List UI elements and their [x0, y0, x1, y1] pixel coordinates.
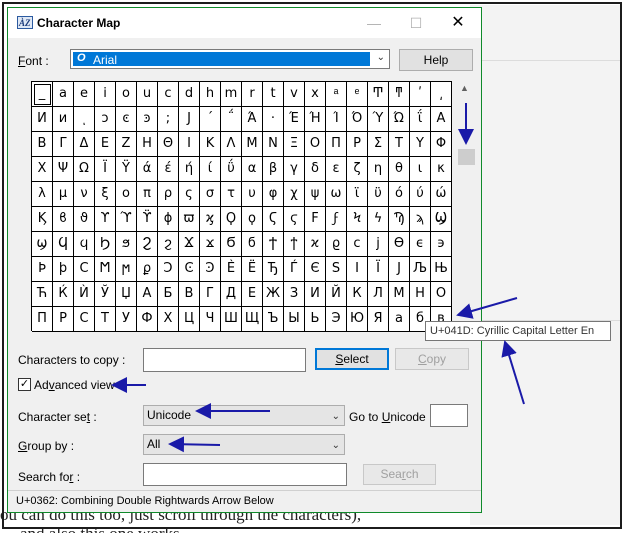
screenshot-frame [2, 2, 622, 529]
